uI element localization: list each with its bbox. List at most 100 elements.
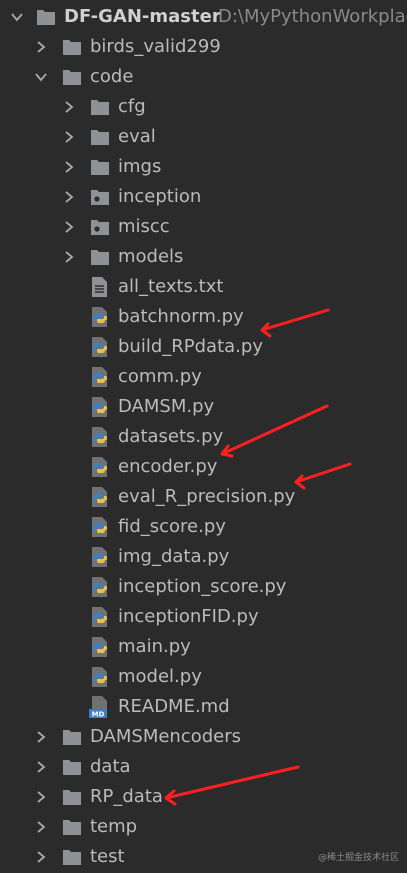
- tree-item-label: DAMSMencoders: [90, 726, 242, 747]
- folder-icon: [63, 70, 81, 85]
- folder-icon: [63, 760, 81, 775]
- tree-row-cfg[interactable]: cfg: [0, 92, 407, 122]
- chevron-down-icon[interactable]: [10, 10, 24, 24]
- folder-icon: [63, 40, 81, 55]
- tree-row-imgs[interactable]: imgs: [0, 152, 407, 182]
- folder-icon: [63, 730, 81, 745]
- folder-icon: [63, 820, 81, 835]
- chevron-right-icon[interactable]: [34, 820, 48, 834]
- python-file-icon: [92, 637, 107, 657]
- folder-icon: [37, 10, 55, 25]
- tree-item-label: img_data.py: [118, 546, 230, 567]
- chevron-right-icon[interactable]: [34, 850, 48, 864]
- python-file-icon: [92, 307, 107, 327]
- root-project-name: DF-GAN-master: [64, 6, 221, 27]
- tree-item-label: code: [90, 66, 134, 87]
- tree-item-label: model.py: [118, 666, 202, 687]
- python-file-icon: [92, 547, 107, 567]
- tree-item-label: miscc: [118, 216, 170, 237]
- tree-item-label: datasets.py: [118, 426, 224, 447]
- tree-item-label: DAMSM.py: [118, 396, 215, 417]
- python-file-icon: [92, 457, 107, 477]
- tree-item-label: inception: [118, 186, 202, 207]
- tree-item-label: imgs: [118, 156, 162, 177]
- tree-row-main-py[interactable]: main.py: [0, 632, 407, 662]
- chevron-right-icon[interactable]: [34, 40, 48, 54]
- tree-row-damsmencoders[interactable]: DAMSMencoders: [0, 722, 407, 752]
- watermark-text: @稀土掘金技术社区: [317, 853, 399, 863]
- tree-row-readme-md[interactable]: MD README.md: [0, 692, 407, 722]
- chevron-right-icon[interactable]: [62, 220, 76, 234]
- tree-item-label: temp: [90, 816, 138, 837]
- tree-item-label: cfg: [118, 96, 146, 117]
- tree-row-damsm-py[interactable]: DAMSM.py: [0, 392, 407, 422]
- tree-row-inception-score-py[interactable]: inception_score.py: [0, 572, 407, 602]
- tree-row-inceptionfid-py[interactable]: inceptionFID.py: [0, 602, 407, 632]
- tree-row-all-texts-txt[interactable]: all_texts.txt: [0, 272, 407, 302]
- tree-row-encoder-py[interactable]: encoder.py: [0, 452, 407, 482]
- folder-icon: [63, 790, 81, 805]
- chevron-right-icon[interactable]: [62, 130, 76, 144]
- tree-item-label: README.md: [118, 696, 230, 717]
- tree-row-model-py[interactable]: model.py: [0, 662, 407, 692]
- tree-row-batchnorm-py[interactable]: batchnorm.py: [0, 302, 407, 332]
- python-file-icon: [92, 487, 107, 507]
- python-file-icon: [92, 427, 107, 447]
- tree-item-label: inceptionFID.py: [118, 606, 259, 627]
- chevron-right-icon[interactable]: [62, 160, 76, 174]
- folder-icon: [91, 250, 109, 265]
- tree-item-label: RP_data: [90, 786, 163, 807]
- tree-row-comm-py[interactable]: comm.py: [0, 362, 407, 392]
- tree-item-label: all_texts.txt: [118, 276, 224, 297]
- python-file-icon: [92, 577, 107, 597]
- project-tree: DF-GAN-master D:\MyPythonWorkplac birds_…: [0, 0, 407, 873]
- tree-row-eval[interactable]: eval: [0, 122, 407, 152]
- tree-item-label: batchnorm.py: [118, 306, 244, 327]
- tree-item-label: eval_R_precision.py: [118, 486, 296, 507]
- tree-item-label: eval: [118, 126, 156, 147]
- markdown-badge-text: MD: [92, 711, 105, 719]
- python-file-icon: [92, 607, 107, 627]
- tree-row-data[interactable]: data: [0, 752, 407, 782]
- chevron-right-icon[interactable]: [62, 250, 76, 264]
- chevron-right-icon[interactable]: [34, 730, 48, 744]
- tree-row-datasets-py[interactable]: datasets.py: [0, 422, 407, 452]
- tree-row-fid-score-py[interactable]: fid_score.py: [0, 512, 407, 542]
- chevron-right-icon[interactable]: [62, 190, 76, 204]
- tree-row-inception[interactable]: inception: [0, 182, 407, 212]
- tree-item-label: fid_score.py: [118, 516, 226, 537]
- root-project-path: D:\MyPythonWorkplac: [218, 6, 407, 27]
- python-file-icon: [92, 517, 107, 537]
- tree-item-label: data: [90, 756, 131, 777]
- python-file-icon: [92, 337, 107, 357]
- markdown-file-icon: MD: [89, 696, 107, 719]
- tree-row-build-rpdata-py[interactable]: build_RPdata.py: [0, 332, 407, 362]
- tree-row-rp-data[interactable]: RP_data: [0, 782, 407, 812]
- text-file-icon: [92, 277, 107, 297]
- tree-row-temp[interactable]: temp: [0, 812, 407, 842]
- python-file-icon: [92, 367, 107, 387]
- tree-item-label: comm.py: [118, 366, 202, 387]
- tree-row-models[interactable]: models: [0, 242, 407, 272]
- tree-row-eval-r-precision-py[interactable]: eval_R_precision.py: [0, 482, 407, 512]
- package-folder-icon: [91, 220, 109, 235]
- chevron-right-icon[interactable]: [62, 100, 76, 114]
- tree-item-label: birds_valid299: [90, 36, 221, 57]
- folder-icon: [91, 130, 109, 145]
- tree-row-img-data-py[interactable]: img_data.py: [0, 542, 407, 572]
- tree-row-code[interactable]: code: [0, 62, 407, 92]
- folder-icon: [91, 160, 109, 175]
- tree-item-label: test: [90, 846, 125, 867]
- chevron-down-icon[interactable]: [34, 70, 48, 84]
- chevron-right-icon[interactable]: [34, 790, 48, 804]
- tree-row-birds-valid299[interactable]: birds_valid299: [0, 32, 407, 62]
- python-file-icon: [92, 397, 107, 417]
- tree-row-root[interactable]: DF-GAN-master D:\MyPythonWorkplac: [0, 2, 407, 32]
- tree-item-label: main.py: [118, 636, 191, 657]
- tree-item-label: encoder.py: [118, 456, 218, 477]
- package-folder-icon: [91, 190, 109, 205]
- tree-item-label: build_RPdata.py: [118, 336, 263, 357]
- tree-item-label: models: [118, 246, 184, 267]
- tree-row-miscc[interactable]: miscc: [0, 212, 407, 242]
- chevron-right-icon[interactable]: [34, 760, 48, 774]
